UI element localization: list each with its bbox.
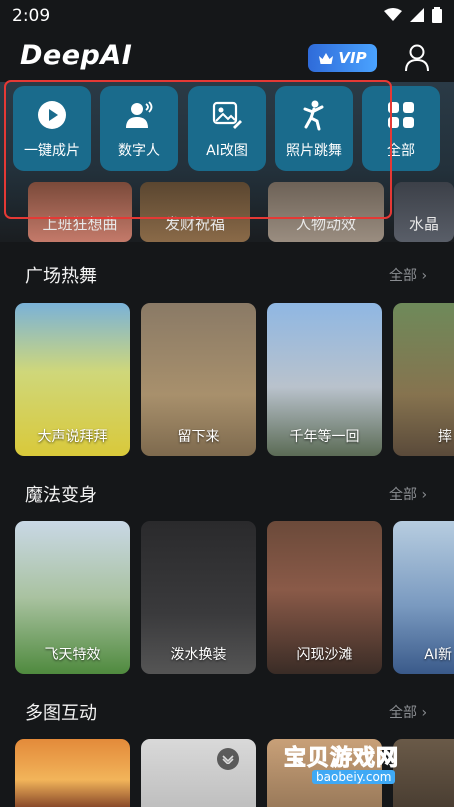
template-card[interactable]: 飞天特效 xyxy=(15,521,130,674)
template-card[interactable]: 闪现沙滩 xyxy=(267,521,382,674)
section-more-link[interactable]: 全部 › xyxy=(389,484,427,504)
battery-icon xyxy=(432,7,442,23)
card-label: 千年等一回 xyxy=(289,429,360,445)
card-label: AI新 xyxy=(424,647,452,663)
highlight-box xyxy=(4,80,392,219)
template-card[interactable]: 泼水换装 xyxy=(141,521,256,674)
card-label: 摔 xyxy=(438,429,452,445)
user-icon[interactable] xyxy=(404,44,430,72)
section-title: 多图互动 xyxy=(25,703,97,724)
section-more-link[interactable]: 全部 › xyxy=(389,702,427,722)
template-card[interactable]: 千年等一回 xyxy=(267,303,382,456)
chevron-down-icon xyxy=(222,755,234,764)
app-logo: DeepAI xyxy=(20,40,133,71)
card-label: 大声说拜拜 xyxy=(37,429,108,445)
card-label: 闪现沙滩 xyxy=(296,647,353,663)
app-header: DeepAI VIP xyxy=(0,32,454,82)
vip-button[interactable]: VIP xyxy=(308,44,377,72)
section-title: 广场热舞 xyxy=(25,266,97,287)
card-label: 飞天特效 xyxy=(44,647,101,663)
section-more-link[interactable]: 全部 › xyxy=(389,265,427,285)
template-card[interactable]: AI新 xyxy=(393,521,454,674)
card-label: 泼水换装 xyxy=(170,647,227,663)
template-card[interactable]: 留下来 xyxy=(141,303,256,456)
watermark: 宝贝游戏网 baobeiy.com xyxy=(282,740,422,800)
template-card[interactable] xyxy=(15,739,130,807)
status-time: 2:09 xyxy=(12,6,51,26)
card-label: 留下来 xyxy=(177,429,220,445)
watermark-title: 宝贝游戏网 xyxy=(283,746,400,772)
hero-caption: 水晶 xyxy=(408,215,439,233)
template-card[interactable]: 大声说拜拜 xyxy=(15,303,130,456)
hero-thumb[interactable]: 水晶 xyxy=(394,182,454,242)
watermark-url: baobeiy.com xyxy=(312,770,396,784)
status-bar: 2:09 xyxy=(0,0,454,32)
template-card[interactable] xyxy=(141,739,256,807)
crown-icon xyxy=(319,52,334,64)
wifi-icon xyxy=(384,8,402,21)
signal-icon xyxy=(410,8,424,22)
section-title: 魔法变身 xyxy=(25,485,97,506)
template-card[interactable]: 摔 xyxy=(393,303,454,456)
vip-label: VIP xyxy=(338,49,367,67)
scroll-down-button[interactable] xyxy=(217,748,239,770)
